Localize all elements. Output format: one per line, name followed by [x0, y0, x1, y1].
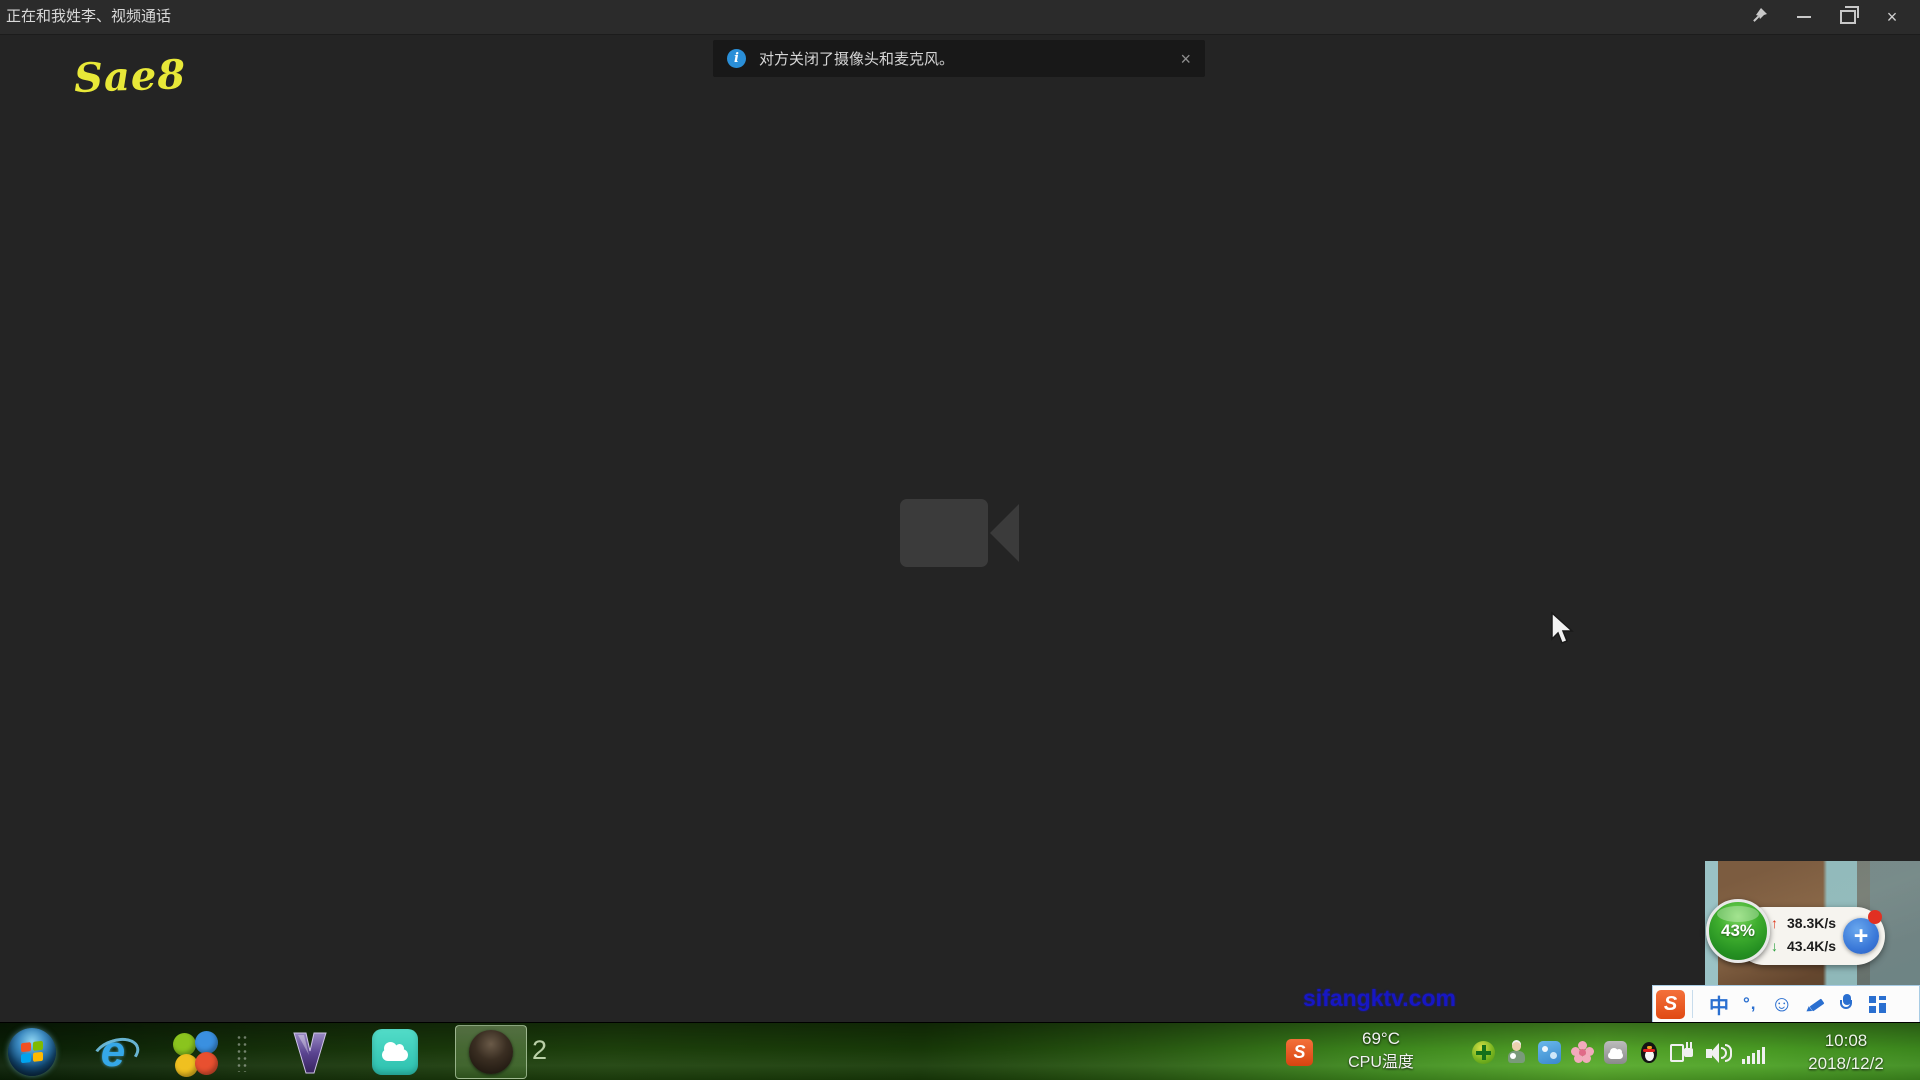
minimize-icon: [1797, 16, 1811, 18]
sogou-logo-icon[interactable]: S: [1656, 990, 1685, 1019]
download-arrow-icon: ↓: [1771, 938, 1787, 954]
start-button[interactable]: [8, 1028, 56, 1076]
cloud-icon: [1608, 1052, 1623, 1059]
download-speed-row: ↓ 43.4K/s: [1771, 938, 1836, 954]
notification-dot: [1868, 910, 1882, 924]
active-video-call-task-button[interactable]: [455, 1025, 527, 1079]
pin-icon: [1751, 6, 1769, 29]
task-badge: 2: [532, 1035, 547, 1066]
four-circles-app-icon[interactable]: [172, 1031, 218, 1077]
ime-language-toggle[interactable]: 中: [1709, 990, 1729, 1019]
close-button[interactable]: ×: [1870, 0, 1914, 34]
gray-cloud-tray-icon[interactable]: [1604, 1041, 1627, 1064]
ime-menu-icon[interactable]: [1869, 996, 1886, 1013]
emoji-icon[interactable]: ☺: [1771, 991, 1793, 1017]
camera-off-icon: [898, 493, 1022, 578]
purple-v-app-icon[interactable]: [288, 1029, 332, 1080]
info-icon: i: [727, 49, 746, 68]
cpu-temp-value: 69°C: [1326, 1027, 1436, 1051]
clock-date: 2018/12/2: [1786, 1052, 1906, 1075]
cloud-icon: [382, 1049, 408, 1061]
ime-divider: [1692, 990, 1693, 1018]
taskbar-separator: [236, 1034, 248, 1072]
blue-ball-icon: [195, 1031, 218, 1054]
restore-button[interactable]: [1826, 0, 1870, 34]
notification-text: 对方关闭了摄像头和麦克风。: [759, 48, 954, 69]
memory-percent-ball[interactable]: 43%: [1706, 899, 1770, 963]
upload-speed-row: ↑ 38.3K/s: [1771, 915, 1836, 931]
cpu-temp-label: CPU温度: [1326, 1051, 1436, 1075]
network-signal-icon[interactable]: [1742, 1041, 1768, 1064]
system-tray: [1472, 1039, 1768, 1066]
cpu-temperature-widget[interactable]: 69°C CPU温度: [1326, 1027, 1436, 1075]
window-title: 正在和我姓李、视频通话: [6, 0, 171, 34]
avatar: [469, 1030, 513, 1074]
screen: 正在和我姓李、视频通话 × i: [0, 0, 1920, 1080]
green-ball-icon: [173, 1033, 196, 1056]
microphone-icon: [1839, 994, 1855, 1014]
voice-input-icon[interactable]: [1839, 994, 1855, 1014]
upload-arrow-icon: ↑: [1771, 915, 1787, 931]
mouse-cursor: [1548, 611, 1576, 654]
blue-bubbles-tray-icon[interactable]: [1538, 1041, 1561, 1064]
antivirus-tray-icon[interactable]: [1472, 1041, 1495, 1064]
cup-icon: [1510, 1053, 1516, 1059]
taskbar: e 2: [0, 1022, 1920, 1080]
power-plug-icon[interactable]: [1670, 1041, 1696, 1064]
ime-punctuation-toggle[interactable]: °,: [1743, 994, 1757, 1014]
person-tray-icon[interactable]: [1505, 1041, 1528, 1064]
clock-time: 10:08: [1786, 1029, 1906, 1052]
ime-toolbar: S 中 °, ☺: [1652, 985, 1920, 1023]
ie-ring-icon: [89, 1032, 144, 1075]
sogou-taskbar-icon[interactable]: S: [1286, 1039, 1313, 1066]
grid-icon: [1869, 996, 1886, 1013]
download-speed: 43.4K/s: [1787, 938, 1836, 954]
restore-icon: [1840, 10, 1856, 24]
close-icon: ×: [1887, 8, 1898, 26]
handwriting-icon[interactable]: [1807, 995, 1825, 1013]
volume-icon[interactable]: [1706, 1041, 1732, 1064]
memory-percent: 43%: [1721, 921, 1755, 941]
notification-bar: i 对方关闭了摄像头和麦克风。 ×: [713, 40, 1205, 77]
upload-speed: 38.3K/s: [1787, 915, 1836, 931]
taskbar-clock[interactable]: 10:08 2018/12/2: [1786, 1029, 1906, 1075]
window-titlebar: 正在和我姓李、视频通话 ×: [0, 0, 1920, 35]
flower-tray-icon[interactable]: [1571, 1041, 1594, 1064]
windows-flag-icon: [21, 1041, 43, 1063]
red-ball-icon: [195, 1052, 218, 1075]
window-controls: ×: [1738, 0, 1914, 34]
url-watermark: sifangktv.com: [1303, 985, 1456, 1012]
pencil-icon: [1807, 995, 1825, 1013]
notification-close-icon[interactable]: ×: [1180, 50, 1191, 68]
sae8-logo: Sae8: [73, 51, 187, 102]
cloud-sync-app-icon[interactable]: [372, 1029, 418, 1075]
video-call-area: i 对方关闭了摄像头和麦克风。 × Sae8 sifangktv.com ↑ 3…: [0, 35, 1920, 1022]
pin-button[interactable]: [1738, 0, 1782, 34]
plus-icon: +: [1854, 922, 1869, 951]
internet-explorer-icon[interactable]: e: [90, 1029, 136, 1075]
qq-penguin-tray-icon[interactable]: [1637, 1041, 1660, 1064]
minimize-button[interactable]: [1782, 0, 1826, 34]
